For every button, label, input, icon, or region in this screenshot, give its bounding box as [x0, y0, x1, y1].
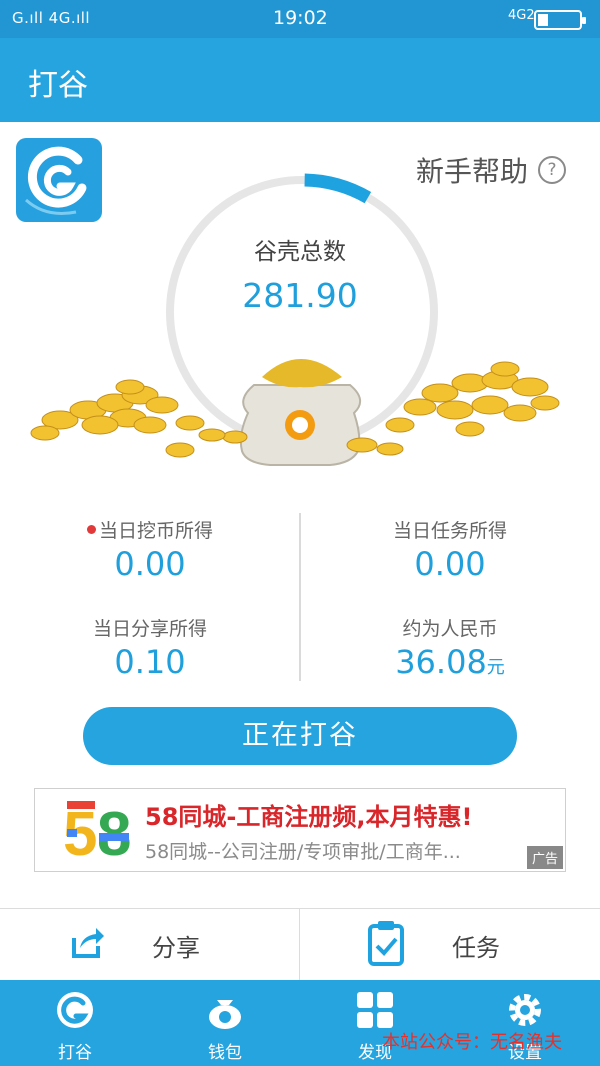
- coins-illustration: [30, 359, 560, 466]
- clipboard-check-icon: [368, 921, 404, 966]
- ad-banner[interactable]: 5 8 58同城-工商注册频,本月特惠! 58同城--公司注册/专项审批/工商年…: [34, 788, 566, 872]
- battery-icon: [534, 10, 586, 30]
- total-value: 281.90: [242, 276, 358, 315]
- stat-label-task: 当日任务所得: [392, 520, 507, 542]
- nav-label: 钱包: [208, 1043, 242, 1063]
- watermark: 本站公众号：无名渔夫: [382, 1032, 562, 1053]
- ad-title: 58同城-工商注册频,本月特惠!: [145, 803, 473, 831]
- signal-indicator: G.ıll 4G.ıll: [12, 9, 91, 27]
- status-bar: G.ıll 4G.ıll 19:02 4G2: [0, 0, 600, 38]
- nav-label: 打谷: [58, 1043, 92, 1063]
- stat-label-share: 当日分享所得: [92, 618, 207, 640]
- stat-label-mining: 当日挖币所得: [30, 516, 270, 543]
- currency-unit: 元: [486, 657, 505, 678]
- share-icon: [72, 928, 104, 958]
- mining-button[interactable]: 正在打谷: [83, 707, 517, 765]
- ad-description: 58同城--公司注册/专项审批/工商年...: [145, 841, 461, 863]
- money-bag-icon: [239, 359, 361, 466]
- share-label: 分享: [152, 934, 200, 962]
- clock: 19:02: [273, 7, 328, 29]
- ad-logo-58: 5 8: [63, 800, 131, 869]
- wallet-bag-icon: [209, 1000, 241, 1029]
- stat-value-mining: 0.00: [114, 545, 186, 583]
- stats-divider: [299, 513, 301, 681]
- ad-tag: 广告: [526, 846, 563, 869]
- total-label: 谷壳总数: [254, 239, 346, 265]
- nav-item-wallet[interactable]: 钱包: [150, 980, 300, 1066]
- share-action[interactable]: 分享: [0, 908, 299, 980]
- nav-item-dagu[interactable]: 打谷: [0, 980, 150, 1066]
- notification-dot: [86, 525, 96, 534]
- app-logo-icon: [57, 992, 93, 1028]
- gear-icon: [509, 994, 541, 1026]
- page-title: 打谷: [28, 68, 88, 103]
- stat-value-rmb: 36.08元: [395, 643, 505, 681]
- task-label: 任务: [452, 934, 500, 962]
- grid-icon: [357, 992, 393, 1028]
- question-circle-icon: ?: [538, 156, 567, 184]
- stat-value-share: 0.10: [114, 643, 186, 681]
- stat-value-task: 0.00: [414, 545, 486, 583]
- task-action[interactable]: 任务: [300, 908, 599, 980]
- network-indicator: 4G2: [508, 8, 535, 23]
- app-header: 打谷: [0, 38, 600, 122]
- app-logo-icon: [16, 138, 102, 222]
- stat-label-rmb: 约为人民币: [402, 618, 498, 640]
